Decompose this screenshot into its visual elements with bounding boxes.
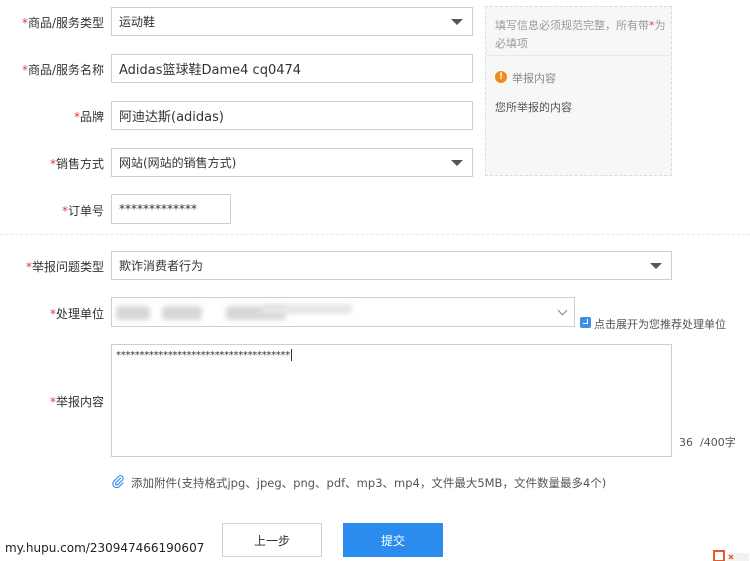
info-body: 您所举报的内容: [495, 101, 572, 114]
content-textarea[interactable]: *************************************: [111, 344, 672, 457]
goods-type-select[interactable]: 运动鞋: [111, 7, 473, 36]
expand-icon[interactable]: [580, 317, 591, 328]
goods-name-label: *商品/服务名称: [21, 63, 104, 77]
brand-label: *品牌: [73, 110, 104, 124]
sale-method-label: *销售方式: [49, 157, 104, 171]
content-label: *举报内容: [49, 395, 104, 409]
chevron-down-icon: [557, 305, 568, 316]
order-no-input[interactable]: *************: [111, 194, 231, 224]
caret-down-icon: [650, 262, 662, 269]
corner-logo-icon: [713, 550, 749, 561]
panel-divider: [486, 55, 671, 56]
goods-type-label: *商品/服务类型: [21, 16, 104, 30]
section-divider: [0, 234, 750, 235]
text-cursor: [290, 349, 292, 361]
hint-panel: 填写信息必须规范完整，所有带*为必填项 ! 举报内容 您所举报的内容: [485, 6, 672, 176]
info-icon: !: [495, 71, 507, 83]
goods-name-input[interactable]: Adidas篮球鞋Dame4 cq0474: [111, 54, 473, 83]
caret-down-icon: [451, 18, 463, 25]
blurred-text: [162, 306, 202, 320]
required-hint: 填写信息必须规范完整，所有带*为必填项: [495, 19, 666, 50]
blurred-text: [262, 304, 352, 314]
char-counter: 36 /400字: [679, 436, 736, 449]
blurred-text: [116, 306, 150, 320]
expand-recommend-link[interactable]: 点击展开为您推荐处理单位: [594, 316, 726, 332]
submit-button[interactable]: 提交: [343, 523, 443, 557]
info-title: 举报内容: [512, 72, 556, 85]
add-attachment-link[interactable]: 添加附件(支持格式jpg、jpeg、png、pdf、mp3、mp4，文件最大5M…: [131, 475, 606, 491]
prev-step-button[interactable]: 上一步: [222, 523, 322, 557]
watermark: my.hupu.com/230947466190607: [5, 541, 205, 555]
order-no-label: *订单号: [61, 204, 104, 218]
problem-type-label: *举报问题类型: [25, 260, 104, 274]
handler-label: *处理单位: [49, 307, 104, 321]
sale-method-select[interactable]: 网站(网站的销售方式): [111, 148, 473, 177]
brand-input[interactable]: 阿迪达斯(adidas): [111, 101, 473, 130]
handler-select[interactable]: [111, 297, 575, 327]
content-text: *************************************: [116, 349, 292, 361]
problem-type-select[interactable]: 欺诈消费者行为: [111, 251, 672, 280]
paperclip-icon[interactable]: [111, 474, 125, 488]
caret-down-icon: [451, 159, 463, 166]
